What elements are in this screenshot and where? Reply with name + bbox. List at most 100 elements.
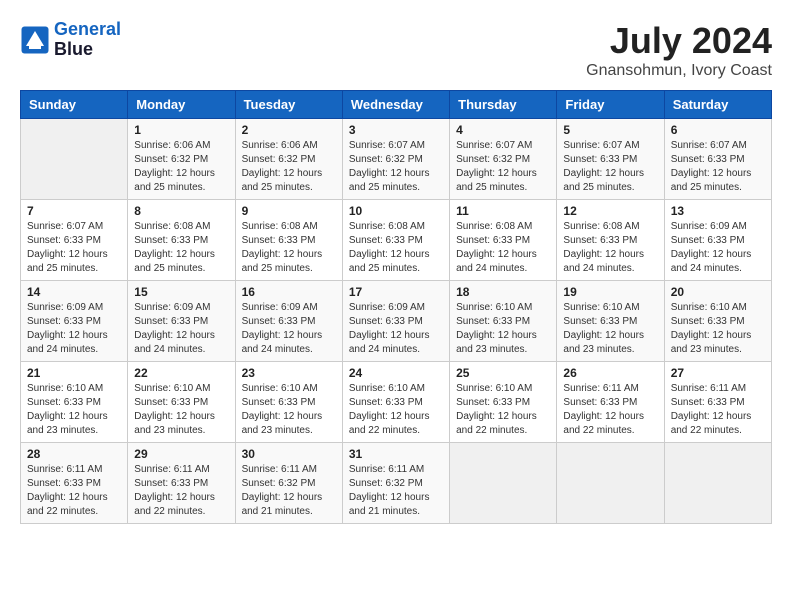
day-cell: 23 Sunrise: 6:10 AMSunset: 6:33 PMDayligh… xyxy=(235,362,342,443)
day-info: Sunrise: 6:11 AMSunset: 6:32 PMDaylight:… xyxy=(242,463,336,519)
day-number: 27 xyxy=(671,366,765,380)
day-cell xyxy=(664,443,771,524)
weekday-header-monday: Monday xyxy=(128,91,235,119)
day-info: Sunrise: 6:08 AMSunset: 6:33 PMDaylight:… xyxy=(134,220,228,276)
day-number: 6 xyxy=(671,123,765,137)
day-cell: 7 Sunrise: 6:07 AMSunset: 6:33 PMDaylight… xyxy=(21,200,128,281)
weekday-header-row: SundayMondayTuesdayWednesdayThursdayFrid… xyxy=(21,91,772,119)
day-cell xyxy=(557,443,664,524)
logo-icon xyxy=(20,25,50,55)
day-info: Sunrise: 6:06 AMSunset: 6:32 PMDaylight:… xyxy=(242,139,336,195)
day-number: 23 xyxy=(242,366,336,380)
day-info: Sunrise: 6:11 AMSunset: 6:33 PMDaylight:… xyxy=(27,463,121,519)
day-info: Sunrise: 6:08 AMSunset: 6:33 PMDaylight:… xyxy=(349,220,443,276)
day-cell xyxy=(450,443,557,524)
day-info: Sunrise: 6:09 AMSunset: 6:33 PMDaylight:… xyxy=(671,220,765,276)
week-row-2: 7 Sunrise: 6:07 AMSunset: 6:33 PMDaylight… xyxy=(21,200,772,281)
day-number: 10 xyxy=(349,204,443,218)
day-cell: 14 Sunrise: 6:09 AMSunset: 6:33 PMDayligh… xyxy=(21,281,128,362)
day-number: 8 xyxy=(134,204,228,218)
day-cell: 27Sunrise: 6:11 AMSunset: 6:33 PMDayligh… xyxy=(664,362,771,443)
day-cell: 25Sunrise: 6:10 AMSunset: 6:33 PMDayligh… xyxy=(450,362,557,443)
day-number: 31 xyxy=(349,447,443,461)
day-number: 7 xyxy=(27,204,121,218)
day-info: Sunrise: 6:07 AMSunset: 6:33 PMDaylight:… xyxy=(563,139,657,195)
day-info: Sunrise: 6:07 AMSunset: 6:33 PMDaylight:… xyxy=(27,220,121,276)
day-number: 11 xyxy=(456,204,550,218)
day-info: Sunrise: 6:07 AMSunset: 6:33 PMDaylight:… xyxy=(671,139,765,195)
day-info: Sunrise: 6:10 AMSunset: 6:33 PMDaylight:… xyxy=(27,382,121,438)
day-info: Sunrise: 6:08 AMSunset: 6:33 PMDaylight:… xyxy=(456,220,550,276)
week-row-4: 21 Sunrise: 6:10 AMSunset: 6:33 PMDayligh… xyxy=(21,362,772,443)
day-number: 28 xyxy=(27,447,121,461)
day-info: Sunrise: 6:11 AMSunset: 6:33 PMDaylight:… xyxy=(563,382,657,438)
day-cell: 8 Sunrise: 6:08 AMSunset: 6:33 PMDaylight… xyxy=(128,200,235,281)
week-row-3: 14 Sunrise: 6:09 AMSunset: 6:33 PMDayligh… xyxy=(21,281,772,362)
day-cell: 6 Sunrise: 6:07 AMSunset: 6:33 PMDaylight… xyxy=(664,119,771,200)
day-number: 21 xyxy=(27,366,121,380)
day-number: 24 xyxy=(349,366,443,380)
day-info: Sunrise: 6:11 AMSunset: 6:32 PMDaylight:… xyxy=(349,463,443,519)
day-cell: 29 Sunrise: 6:11 AMSunset: 6:33 PMDayligh… xyxy=(128,443,235,524)
day-cell: 20 Sunrise: 6:10 AMSunset: 6:33 PMDayligh… xyxy=(664,281,771,362)
day-cell: 1Sunrise: 6:06 AMSunset: 6:32 PMDaylight… xyxy=(128,119,235,200)
day-info: Sunrise: 6:10 AMSunset: 6:33 PMDaylight:… xyxy=(456,301,550,357)
week-row-5: 28 Sunrise: 6:11 AMSunset: 6:33 PMDayligh… xyxy=(21,443,772,524)
day-cell: 15Sunrise: 6:09 AMSunset: 6:33 PMDayligh… xyxy=(128,281,235,362)
weekday-header-sunday: Sunday xyxy=(21,91,128,119)
day-cell: 18Sunrise: 6:10 AMSunset: 6:33 PMDayligh… xyxy=(450,281,557,362)
day-number: 19 xyxy=(563,285,657,299)
weekday-header-thursday: Thursday xyxy=(450,91,557,119)
day-info: Sunrise: 6:10 AMSunset: 6:33 PMDaylight:… xyxy=(563,301,657,357)
day-cell: 4Sunrise: 6:07 AMSunset: 6:32 PMDaylight… xyxy=(450,119,557,200)
logo: GeneralBlue xyxy=(20,20,121,60)
day-cell: 19 Sunrise: 6:10 AMSunset: 6:33 PMDayligh… xyxy=(557,281,664,362)
day-info: Sunrise: 6:10 AMSunset: 6:33 PMDaylight:… xyxy=(242,382,336,438)
day-number: 3 xyxy=(349,123,443,137)
day-cell: 3Sunrise: 6:07 AMSunset: 6:32 PMDaylight… xyxy=(342,119,449,200)
day-number: 2 xyxy=(242,123,336,137)
day-number: 22 xyxy=(134,366,228,380)
weekday-header-friday: Friday xyxy=(557,91,664,119)
day-cell: 26Sunrise: 6:11 AMSunset: 6:33 PMDayligh… xyxy=(557,362,664,443)
weekday-header-wednesday: Wednesday xyxy=(342,91,449,119)
day-info: Sunrise: 6:11 AMSunset: 6:33 PMDaylight:… xyxy=(134,463,228,519)
day-number: 1 xyxy=(134,123,228,137)
day-number: 20 xyxy=(671,285,765,299)
day-cell: 9 Sunrise: 6:08 AMSunset: 6:33 PMDaylight… xyxy=(235,200,342,281)
day-cell: 16 Sunrise: 6:09 AMSunset: 6:33 PMDayligh… xyxy=(235,281,342,362)
day-cell: 31 Sunrise: 6:11 AMSunset: 6:32 PMDayligh… xyxy=(342,443,449,524)
day-info: Sunrise: 6:08 AMSunset: 6:33 PMDaylight:… xyxy=(242,220,336,276)
day-number: 12 xyxy=(563,204,657,218)
day-cell: 5Sunrise: 6:07 AMSunset: 6:33 PMDaylight… xyxy=(557,119,664,200)
day-cell: 28 Sunrise: 6:11 AMSunset: 6:33 PMDayligh… xyxy=(21,443,128,524)
day-number: 29 xyxy=(134,447,228,461)
day-info: Sunrise: 6:10 AMSunset: 6:33 PMDaylight:… xyxy=(134,382,228,438)
day-cell: 24 Sunrise: 6:10 AMSunset: 6:33 PMDayligh… xyxy=(342,362,449,443)
day-info: Sunrise: 6:09 AMSunset: 6:33 PMDaylight:… xyxy=(349,301,443,357)
day-info: Sunrise: 6:10 AMSunset: 6:33 PMDaylight:… xyxy=(349,382,443,438)
day-number: 9 xyxy=(242,204,336,218)
day-cell: 12Sunrise: 6:08 AMSunset: 6:33 PMDayligh… xyxy=(557,200,664,281)
week-row-1: 1 Sunrise: 6:06 AMSunset: 6:32 PMDaylight… xyxy=(21,119,772,200)
calendar-table: SundayMondayTuesdayWednesdayThursdayFrid… xyxy=(20,90,772,524)
day-info: Sunrise: 6:10 AMSunset: 6:33 PMDaylight:… xyxy=(671,301,765,357)
day-number: 14 xyxy=(27,285,121,299)
day-number: 17 xyxy=(349,285,443,299)
location-subtitle: Gnansohmun, Ivory Coast xyxy=(586,62,772,80)
weekday-header-saturday: Saturday xyxy=(664,91,771,119)
day-cell: 11 Sunrise: 6:08 AMSunset: 6:33 PMDayligh… xyxy=(450,200,557,281)
day-cell: 2 Sunrise: 6:06 AMSunset: 6:32 PMDaylight… xyxy=(235,119,342,200)
day-info: Sunrise: 6:10 AMSunset: 6:33 PMDaylight:… xyxy=(456,382,550,438)
weekday-header-tuesday: Tuesday xyxy=(235,91,342,119)
day-cell: 10 Sunrise: 6:08 AMSunset: 6:33 PMDayligh… xyxy=(342,200,449,281)
day-cell: 22 Sunrise: 6:10 AMSunset: 6:33 PMDayligh… xyxy=(128,362,235,443)
day-number: 16 xyxy=(242,285,336,299)
day-cell: 30Sunrise: 6:11 AMSunset: 6:32 PMDayligh… xyxy=(235,443,342,524)
day-info: Sunrise: 6:09 AMSunset: 6:33 PMDaylight:… xyxy=(242,301,336,357)
day-cell: 21 Sunrise: 6:10 AMSunset: 6:33 PMDayligh… xyxy=(21,362,128,443)
day-info: Sunrise: 6:09 AMSunset: 6:33 PMDaylight:… xyxy=(27,301,121,357)
day-cell: 13Sunrise: 6:09 AMSunset: 6:33 PMDayligh… xyxy=(664,200,771,281)
day-info: Sunrise: 6:09 AMSunset: 6:33 PMDaylight:… xyxy=(134,301,228,357)
logo-text: GeneralBlue xyxy=(54,20,121,60)
